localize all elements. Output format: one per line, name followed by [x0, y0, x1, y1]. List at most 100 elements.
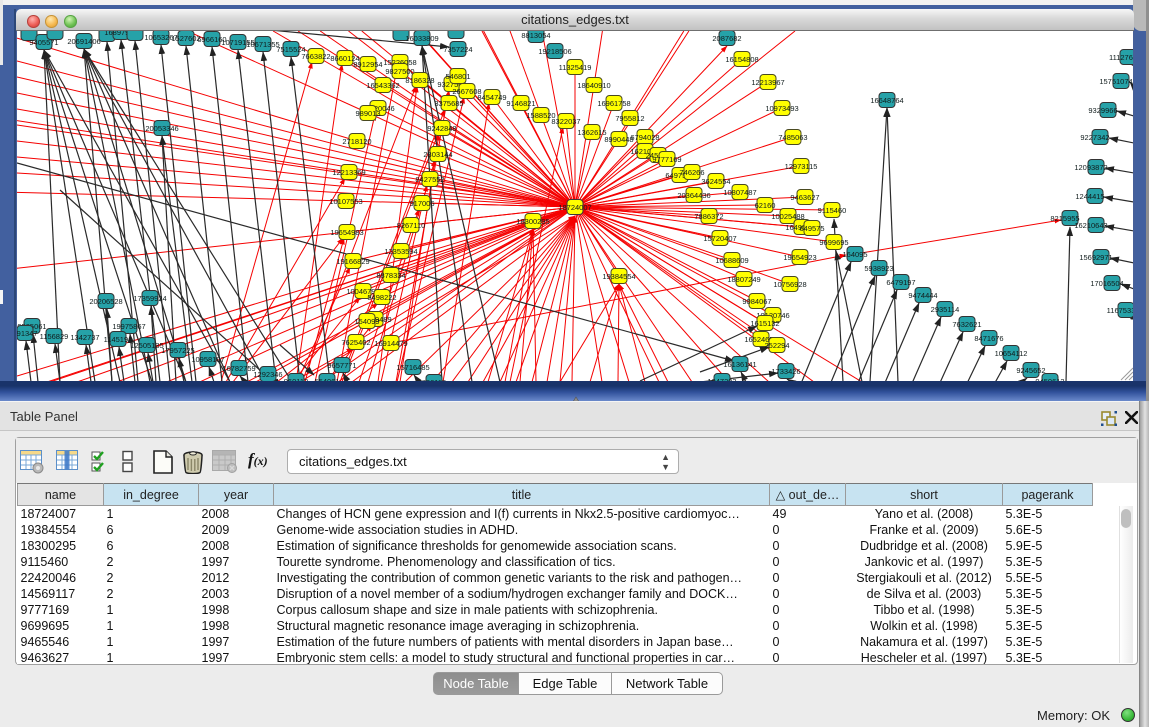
svg-text:164095: 164095	[842, 250, 867, 259]
svg-text:1615132: 1615132	[750, 319, 779, 328]
svg-text:12093872: 12093872	[1074, 163, 1107, 172]
svg-text:12353594: 12353594	[384, 247, 417, 256]
svg-text:16136141: 16136141	[723, 360, 756, 369]
svg-text:18300295: 18300295	[516, 217, 549, 226]
svg-text:12213369: 12213369	[332, 168, 365, 177]
svg-text:917006: 917006	[409, 199, 434, 208]
svg-text:7663822: 7663822	[301, 52, 330, 61]
svg-text:10958107: 10958107	[191, 355, 224, 364]
svg-text:8813054: 8813054	[521, 31, 550, 40]
svg-text:1145194: 1145194	[104, 335, 133, 344]
svg-text:1733426: 1733426	[771, 367, 800, 376]
svg-text:8471676: 8471676	[974, 334, 1003, 343]
svg-text:62160: 62160	[755, 201, 776, 210]
svg-text:649575: 649575	[799, 224, 824, 233]
svg-text:11325419: 11325419	[559, 63, 592, 72]
svg-text:19654923: 19654923	[783, 253, 816, 262]
svg-text:6794028: 6794028	[630, 133, 659, 142]
svg-text:391347: 391347	[17, 329, 38, 338]
svg-text:960112: 960112	[284, 377, 308, 381]
svg-text:10107553: 10107553	[329, 197, 362, 206]
svg-text:15716485: 15716485	[396, 363, 429, 372]
svg-text:20053346: 20053346	[145, 124, 178, 133]
svg-text:7955812: 7955812	[615, 114, 644, 123]
svg-text:1112764: 1112764	[1109, 53, 1134, 62]
svg-text:8454749: 8454749	[477, 93, 506, 102]
svg-text:8267110: 8267110	[397, 221, 426, 230]
svg-text:9699695: 9699695	[819, 238, 848, 247]
svg-text:5498222: 5498222	[367, 293, 396, 302]
svg-text:8322037: 8322037	[551, 117, 580, 126]
svg-text:1527602: 1527602	[171, 34, 200, 43]
svg-text:989013: 989013	[355, 109, 380, 118]
svg-text:12213967: 12213967	[751, 78, 784, 87]
svg-text:8912954: 8912954	[353, 60, 382, 69]
svg-text:12973115: 12973115	[785, 162, 818, 171]
svg-text:9242848: 9242848	[427, 124, 456, 133]
svg-text:9245652: 9245652	[1016, 366, 1045, 375]
svg-text:20691406: 20691406	[67, 37, 100, 46]
svg-text:9329966: 9329966	[1088, 106, 1117, 115]
svg-text:19654983: 19654983	[330, 228, 363, 237]
svg-text:10688609: 10688609	[715, 256, 748, 265]
svg-text:16543362: 16543362	[366, 81, 399, 90]
svg-text:1362615: 1362615	[577, 128, 606, 137]
svg-text:19975867: 19975867	[112, 322, 145, 331]
svg-text:19166829: 19166829	[336, 257, 369, 266]
svg-text:2718120: 2718120	[342, 137, 371, 146]
svg-text:15720407: 15720407	[703, 234, 736, 243]
svg-text:17957225: 17957225	[161, 346, 194, 355]
svg-text:8990448: 8990448	[604, 135, 633, 144]
svg-text:17016504: 17016504	[1090, 279, 1123, 288]
svg-text:9474444: 9474444	[908, 291, 937, 300]
svg-text:8186328: 8186328	[405, 76, 434, 85]
svg-text:10756928: 10756928	[773, 280, 806, 289]
svg-text:1047293: 1047293	[707, 377, 736, 381]
svg-text:19218506: 19218506	[538, 47, 571, 56]
svg-text:9115460: 9115460	[818, 206, 847, 215]
svg-text:546801: 546801	[445, 72, 470, 81]
svg-text:10973493: 10973493	[765, 104, 798, 113]
svg-text:7625402: 7625402	[341, 338, 370, 347]
svg-text:3375685: 3375685	[434, 99, 463, 108]
svg-text:16033809: 16033809	[405, 34, 438, 43]
svg-text:8427552: 8427552	[415, 175, 444, 184]
svg-text:2803144: 2803144	[423, 150, 452, 159]
svg-text:1244415: 1244415	[1075, 192, 1104, 201]
svg-text:746266: 746266	[679, 168, 704, 177]
svg-text:1342737: 1342737	[70, 333, 99, 342]
svg-text:252294: 252294	[764, 341, 789, 350]
svg-text:1156829: 1156829	[40, 332, 69, 341]
svg-text:18807249: 18807249	[727, 275, 760, 284]
svg-text:16648764: 16648764	[870, 96, 903, 105]
svg-text:9146821: 9146821	[506, 99, 535, 108]
svg-text:9827500: 9827500	[385, 67, 414, 76]
svg-text:16782759: 16782759	[222, 364, 255, 373]
svg-text:16914479: 16914479	[374, 339, 407, 348]
svg-text:7632621: 7632621	[952, 320, 981, 329]
svg-text:9463627: 9463627	[790, 193, 819, 202]
svg-text:15751074: 15751074	[1099, 77, 1132, 86]
svg-text:7485063: 7485063	[778, 133, 807, 142]
svg-text:18724007: 18724007	[558, 203, 591, 212]
svg-text:19384554: 19384554	[602, 272, 635, 281]
svg-text:10807487: 10807487	[723, 188, 756, 197]
svg-text:9657771: 9657771	[327, 361, 356, 370]
svg-text:9450612: 9450612	[1035, 377, 1064, 381]
svg-text:16154808: 16154808	[725, 55, 758, 64]
svg-text:18640910: 18640910	[577, 81, 610, 90]
svg-text:10654112: 10654112	[995, 349, 1028, 358]
svg-text:9084067: 9084067	[742, 297, 771, 306]
svg-text:1292346: 1292346	[253, 370, 282, 379]
svg-text:20364436: 20364436	[677, 191, 710, 200]
svg-text:10671355: 10671355	[246, 40, 279, 49]
svg-text:5938923: 5938923	[864, 264, 893, 273]
svg-text:15692971: 15692971	[1079, 253, 1112, 262]
svg-text:16961758: 16961758	[597, 99, 630, 108]
svg-text:2935114: 2935114	[931, 305, 960, 314]
svg-text:17359924: 17359924	[133, 294, 166, 303]
svg-text:7357224: 7357224	[443, 45, 472, 54]
svg-text:20206528: 20206528	[89, 297, 122, 306]
svg-text:1167533: 1167533	[1107, 306, 1134, 315]
svg-text:554061: 554061	[314, 377, 339, 381]
